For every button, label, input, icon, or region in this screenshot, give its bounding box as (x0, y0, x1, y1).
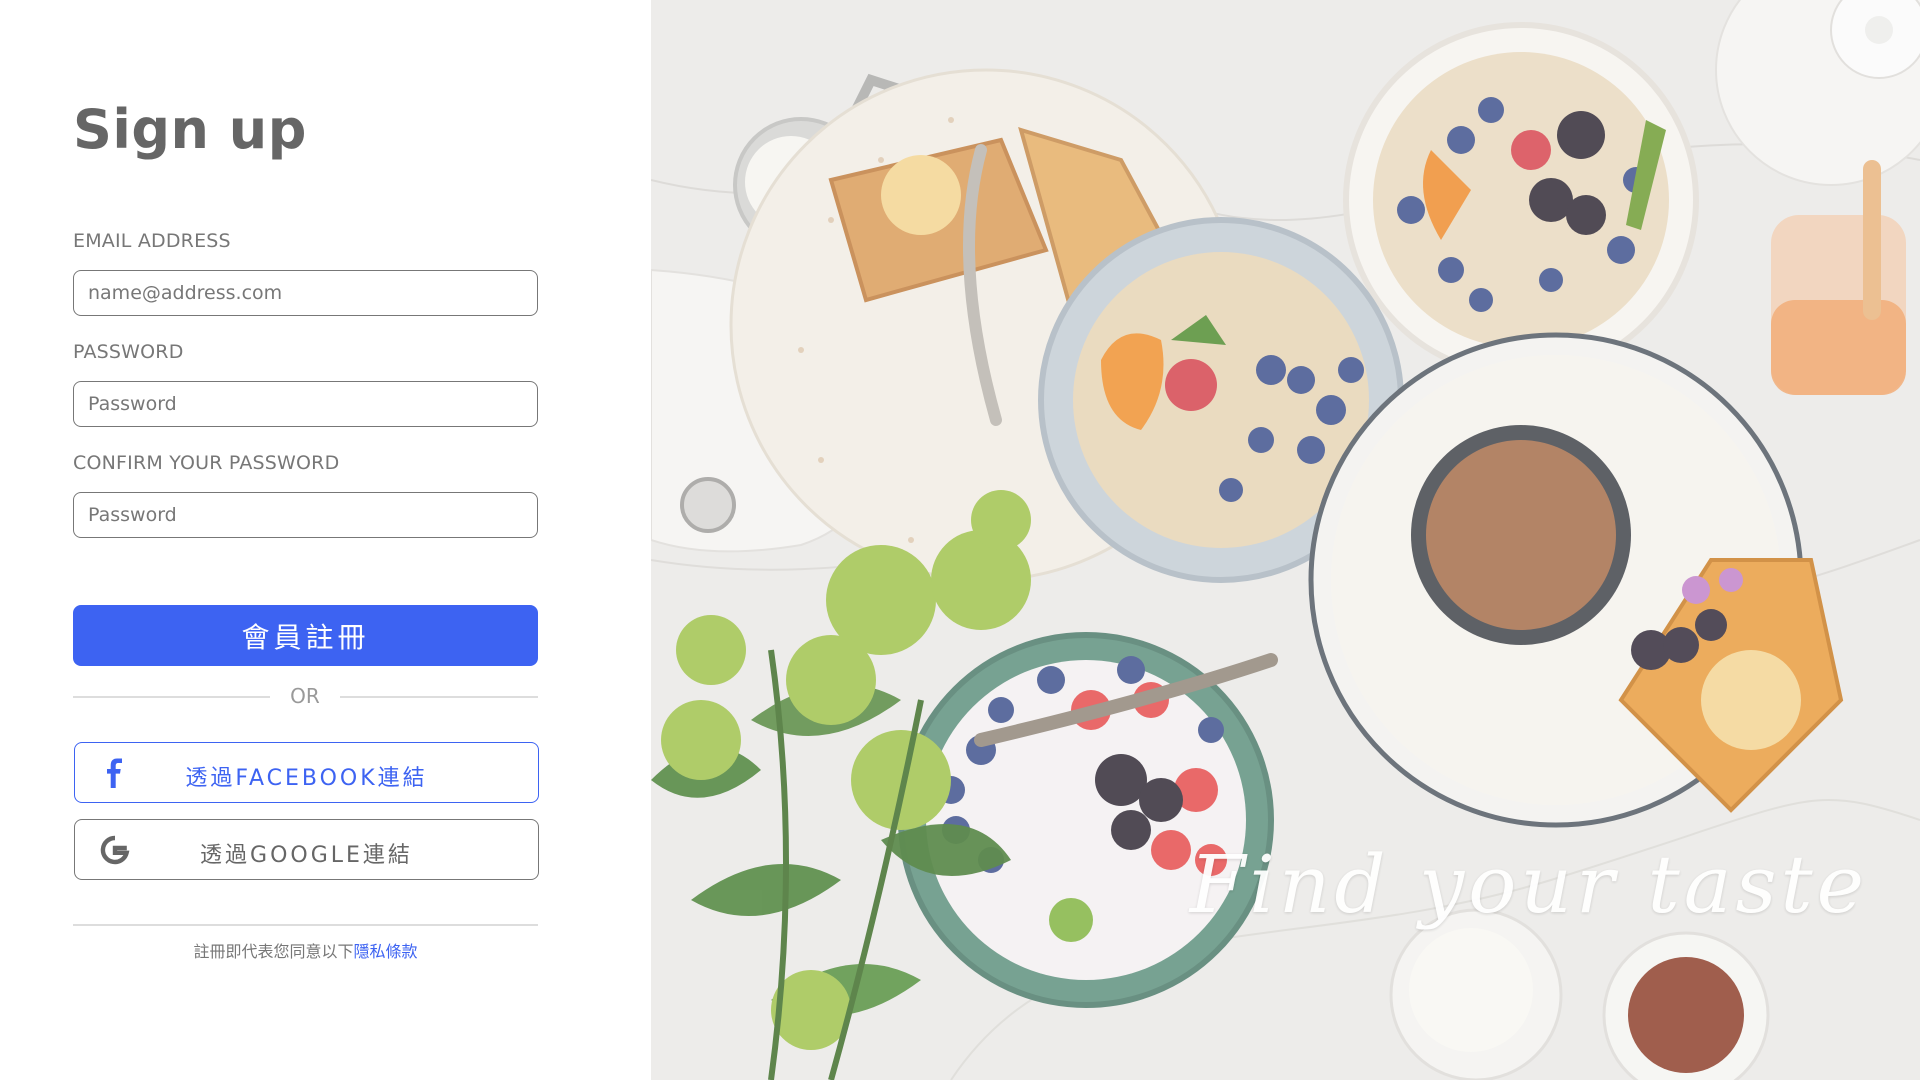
terms-text: 註冊即代表您同意以下 (193, 942, 354, 961)
or-divider-text: OR (290, 684, 320, 708)
terms-divider (73, 924, 538, 926)
page-title: Sign up (73, 98, 307, 161)
hero-image: Find your taste (651, 0, 1920, 1080)
terms-notice: 註冊即代表您同意以下隱私條款 (73, 938, 538, 962)
signup-page: Sign up EMAIL ADDRESS PASSWORD CONFIRM Y… (0, 0, 1920, 1080)
facebook-login-button[interactable]: 透過FACEBOOK連結 (74, 742, 539, 803)
divider-right (340, 696, 538, 698)
google-login-button[interactable]: 透過GOOGLE連結 (74, 819, 539, 880)
hero-tagline: Find your taste (1189, 838, 1868, 931)
google-button-label: 透過GOOGLE連結 (200, 843, 413, 868)
divider-left (73, 696, 270, 698)
facebook-button-label: 透過FACEBOOK連結 (185, 766, 428, 791)
email-field[interactable] (73, 270, 538, 316)
signup-submit-button[interactable]: 會員註冊 (73, 605, 538, 666)
email-label: EMAIL ADDRESS (73, 230, 231, 252)
signup-panel: Sign up EMAIL ADDRESS PASSWORD CONFIRM Y… (0, 0, 651, 1080)
privacy-terms-link[interactable]: 隱私條款 (354, 942, 418, 961)
confirm-password-field[interactable] (73, 492, 538, 538)
password-field[interactable] (73, 381, 538, 427)
password-label: PASSWORD (73, 341, 184, 363)
confirm-password-label: CONFIRM YOUR PASSWORD (73, 452, 340, 474)
